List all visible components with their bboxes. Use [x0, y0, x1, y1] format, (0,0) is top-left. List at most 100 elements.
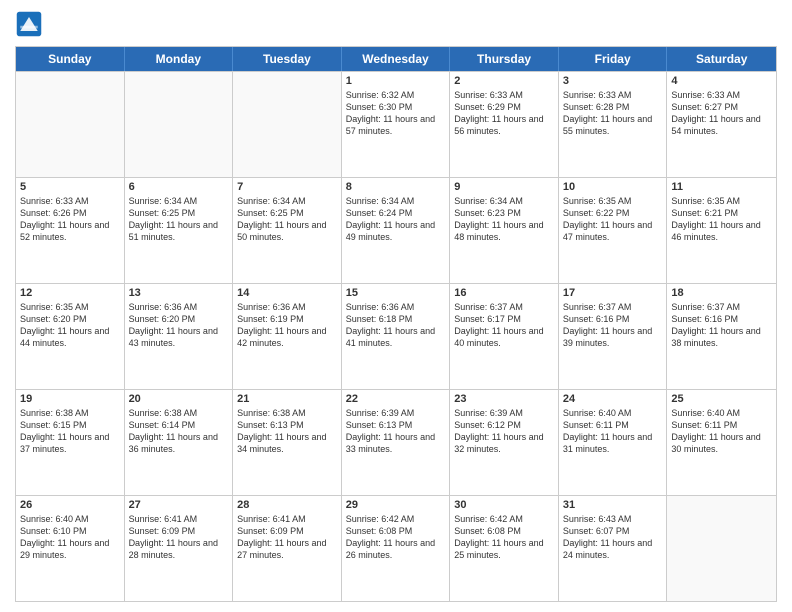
- day-number: 14: [237, 287, 337, 299]
- weekday-header-wednesday: Wednesday: [342, 47, 451, 71]
- cal-cell-empty: [667, 496, 776, 601]
- weekday-header-monday: Monday: [125, 47, 234, 71]
- day-number: 6: [129, 181, 229, 193]
- cal-cell-day-7: 7Sunrise: 6:34 AM Sunset: 6:25 PM Daylig…: [233, 178, 342, 283]
- day-number: 13: [129, 287, 229, 299]
- day-number: 27: [129, 499, 229, 511]
- day-number: 22: [346, 393, 446, 405]
- cal-cell-day-5: 5Sunrise: 6:33 AM Sunset: 6:26 PM Daylig…: [16, 178, 125, 283]
- weekday-header-saturday: Saturday: [667, 47, 776, 71]
- cal-cell-day-4: 4 Sunrise: 6:33 AM Sunset: 6:27 PM Daylig…: [667, 72, 776, 177]
- day-number: 5: [20, 181, 120, 193]
- day-number: 1: [346, 75, 446, 87]
- day-info: Sunrise: 6:33 AM Sunset: 6:27 PM Dayligh…: [671, 89, 772, 138]
- cal-cell-day-6: 6 Sunrise: 6:34 AM Sunset: 6:25 PM Daylig…: [125, 178, 234, 283]
- day-number: 30: [454, 499, 554, 511]
- day-info: Sunrise: 6:33 AM Sunset: 6:28 PM Dayligh…: [563, 89, 663, 138]
- day-number: 29: [346, 499, 446, 511]
- cal-cell-day-26: 26 Sunrise: 6:40 AM Sunset: 6:10 PM Dayli…: [16, 496, 125, 601]
- weekday-header-thursday: Thursday: [450, 47, 559, 71]
- weekday-header-tuesday: Tuesday: [233, 47, 342, 71]
- day-info: Sunrise: 6:34 AM Sunset: 6:23 PM Dayligh…: [454, 195, 554, 244]
- day-number: 11: [671, 181, 772, 193]
- day-number: 10: [563, 181, 663, 193]
- cal-row-3: 19Sunrise: 6:38 AM Sunset: 6:15 PM Dayli…: [16, 389, 776, 495]
- day-info: Sunrise: 6:39 AM Sunset: 6:12 PM Dayligh…: [454, 407, 554, 456]
- day-number: 17: [563, 287, 663, 299]
- day-info: Sunrise: 6:35 AM Sunset: 6:22 PM Dayligh…: [563, 195, 663, 244]
- day-info: Sunrise: 6:36 AM Sunset: 6:18 PM Dayligh…: [346, 301, 446, 350]
- day-number: 12: [20, 287, 120, 299]
- day-info: Sunrise: 6:34 AM Sunset: 6:25 PM Dayligh…: [237, 195, 337, 244]
- day-number: 16: [454, 287, 554, 299]
- cal-cell-day-8: 8 Sunrise: 6:34 AM Sunset: 6:24 PM Daylig…: [342, 178, 451, 283]
- cal-cell-day-3: 3 Sunrise: 6:33 AM Sunset: 6:28 PM Daylig…: [559, 72, 668, 177]
- cal-cell-day-14: 14 Sunrise: 6:36 AM Sunset: 6:19 PM Dayli…: [233, 284, 342, 389]
- day-info: Sunrise: 6:36 AM Sunset: 6:20 PM Dayligh…: [129, 301, 229, 350]
- cal-cell-day-16: 16Sunrise: 6:37 AM Sunset: 6:17 PM Dayli…: [450, 284, 559, 389]
- cal-cell-day-29: 29 Sunrise: 6:42 AM Sunset: 6:08 PM Dayli…: [342, 496, 451, 601]
- cal-cell-empty: [125, 72, 234, 177]
- day-number: 18: [671, 287, 772, 299]
- weekday-header-friday: Friday: [559, 47, 668, 71]
- cal-cell-empty: [233, 72, 342, 177]
- day-info: Sunrise: 6:39 AM Sunset: 6:13 PM Dayligh…: [346, 407, 446, 456]
- cal-row-0: 1Sunrise: 6:32 AM Sunset: 6:30 PM Daylig…: [16, 71, 776, 177]
- day-number: 26: [20, 499, 120, 511]
- day-number: 25: [671, 393, 772, 405]
- day-info: Sunrise: 6:37 AM Sunset: 6:16 PM Dayligh…: [563, 301, 663, 350]
- calendar: SundayMondayTuesdayWednesdayThursdayFrid…: [15, 46, 777, 602]
- day-number: 8: [346, 181, 446, 193]
- day-number: 28: [237, 499, 337, 511]
- day-number: 4: [671, 75, 772, 87]
- cal-cell-day-21: 21 Sunrise: 6:38 AM Sunset: 6:13 PM Dayli…: [233, 390, 342, 495]
- cal-cell-day-18: 18Sunrise: 6:37 AM Sunset: 6:16 PM Dayli…: [667, 284, 776, 389]
- day-number: 23: [454, 393, 554, 405]
- day-number: 20: [129, 393, 229, 405]
- day-info: Sunrise: 6:41 AM Sunset: 6:09 PM Dayligh…: [237, 513, 337, 562]
- day-info: Sunrise: 6:35 AM Sunset: 6:20 PM Dayligh…: [20, 301, 120, 350]
- cal-cell-day-31: 31 Sunrise: 6:43 AM Sunset: 6:07 PM Dayli…: [559, 496, 668, 601]
- day-number: 3: [563, 75, 663, 87]
- day-info: Sunrise: 6:38 AM Sunset: 6:13 PM Dayligh…: [237, 407, 337, 456]
- logo: [15, 10, 47, 38]
- day-number: 24: [563, 393, 663, 405]
- day-info: Sunrise: 6:42 AM Sunset: 6:08 PM Dayligh…: [346, 513, 446, 562]
- cal-cell-day-11: 11 Sunrise: 6:35 AM Sunset: 6:21 PM Dayli…: [667, 178, 776, 283]
- day-info: Sunrise: 6:38 AM Sunset: 6:14 PM Dayligh…: [129, 407, 229, 456]
- cal-cell-day-10: 10 Sunrise: 6:35 AM Sunset: 6:22 PM Dayli…: [559, 178, 668, 283]
- day-info: Sunrise: 6:35 AM Sunset: 6:21 PM Dayligh…: [671, 195, 772, 244]
- day-info: Sunrise: 6:34 AM Sunset: 6:24 PM Dayligh…: [346, 195, 446, 244]
- day-info: Sunrise: 6:40 AM Sunset: 6:10 PM Dayligh…: [20, 513, 120, 562]
- calendar-header: SundayMondayTuesdayWednesdayThursdayFrid…: [16, 47, 776, 71]
- cal-cell-day-2: 2Sunrise: 6:33 AM Sunset: 6:29 PM Daylig…: [450, 72, 559, 177]
- cal-cell-day-1: 1Sunrise: 6:32 AM Sunset: 6:30 PM Daylig…: [342, 72, 451, 177]
- cal-cell-empty: [16, 72, 125, 177]
- day-info: Sunrise: 6:42 AM Sunset: 6:08 PM Dayligh…: [454, 513, 554, 562]
- day-info: Sunrise: 6:40 AM Sunset: 6:11 PM Dayligh…: [563, 407, 663, 456]
- cal-cell-day-9: 9 Sunrise: 6:34 AM Sunset: 6:23 PM Daylig…: [450, 178, 559, 283]
- cal-cell-day-15: 15 Sunrise: 6:36 AM Sunset: 6:18 PM Dayli…: [342, 284, 451, 389]
- cal-cell-day-25: 25Sunrise: 6:40 AM Sunset: 6:11 PM Dayli…: [667, 390, 776, 495]
- cal-cell-day-22: 22 Sunrise: 6:39 AM Sunset: 6:13 PM Dayli…: [342, 390, 451, 495]
- cal-cell-day-12: 12 Sunrise: 6:35 AM Sunset: 6:20 PM Dayli…: [16, 284, 125, 389]
- day-info: Sunrise: 6:41 AM Sunset: 6:09 PM Dayligh…: [129, 513, 229, 562]
- page: SundayMondayTuesdayWednesdayThursdayFrid…: [0, 0, 792, 612]
- cal-row-4: 26 Sunrise: 6:40 AM Sunset: 6:10 PM Dayli…: [16, 495, 776, 601]
- day-number: 15: [346, 287, 446, 299]
- day-number: 9: [454, 181, 554, 193]
- cal-cell-day-17: 17 Sunrise: 6:37 AM Sunset: 6:16 PM Dayli…: [559, 284, 668, 389]
- cal-row-1: 5Sunrise: 6:33 AM Sunset: 6:26 PM Daylig…: [16, 177, 776, 283]
- day-info: Sunrise: 6:34 AM Sunset: 6:25 PM Dayligh…: [129, 195, 229, 244]
- cal-row-2: 12 Sunrise: 6:35 AM Sunset: 6:20 PM Dayli…: [16, 283, 776, 389]
- cal-cell-day-30: 30 Sunrise: 6:42 AM Sunset: 6:08 PM Dayli…: [450, 496, 559, 601]
- day-info: Sunrise: 6:43 AM Sunset: 6:07 PM Dayligh…: [563, 513, 663, 562]
- logo-icon: [15, 10, 43, 38]
- calendar-body: 1Sunrise: 6:32 AM Sunset: 6:30 PM Daylig…: [16, 71, 776, 601]
- day-info: Sunrise: 6:36 AM Sunset: 6:19 PM Dayligh…: [237, 301, 337, 350]
- day-number: 21: [237, 393, 337, 405]
- day-number: 2: [454, 75, 554, 87]
- cal-cell-day-28: 28 Sunrise: 6:41 AM Sunset: 6:09 PM Dayli…: [233, 496, 342, 601]
- day-number: 31: [563, 499, 663, 511]
- cal-cell-day-23: 23 Sunrise: 6:39 AM Sunset: 6:12 PM Dayli…: [450, 390, 559, 495]
